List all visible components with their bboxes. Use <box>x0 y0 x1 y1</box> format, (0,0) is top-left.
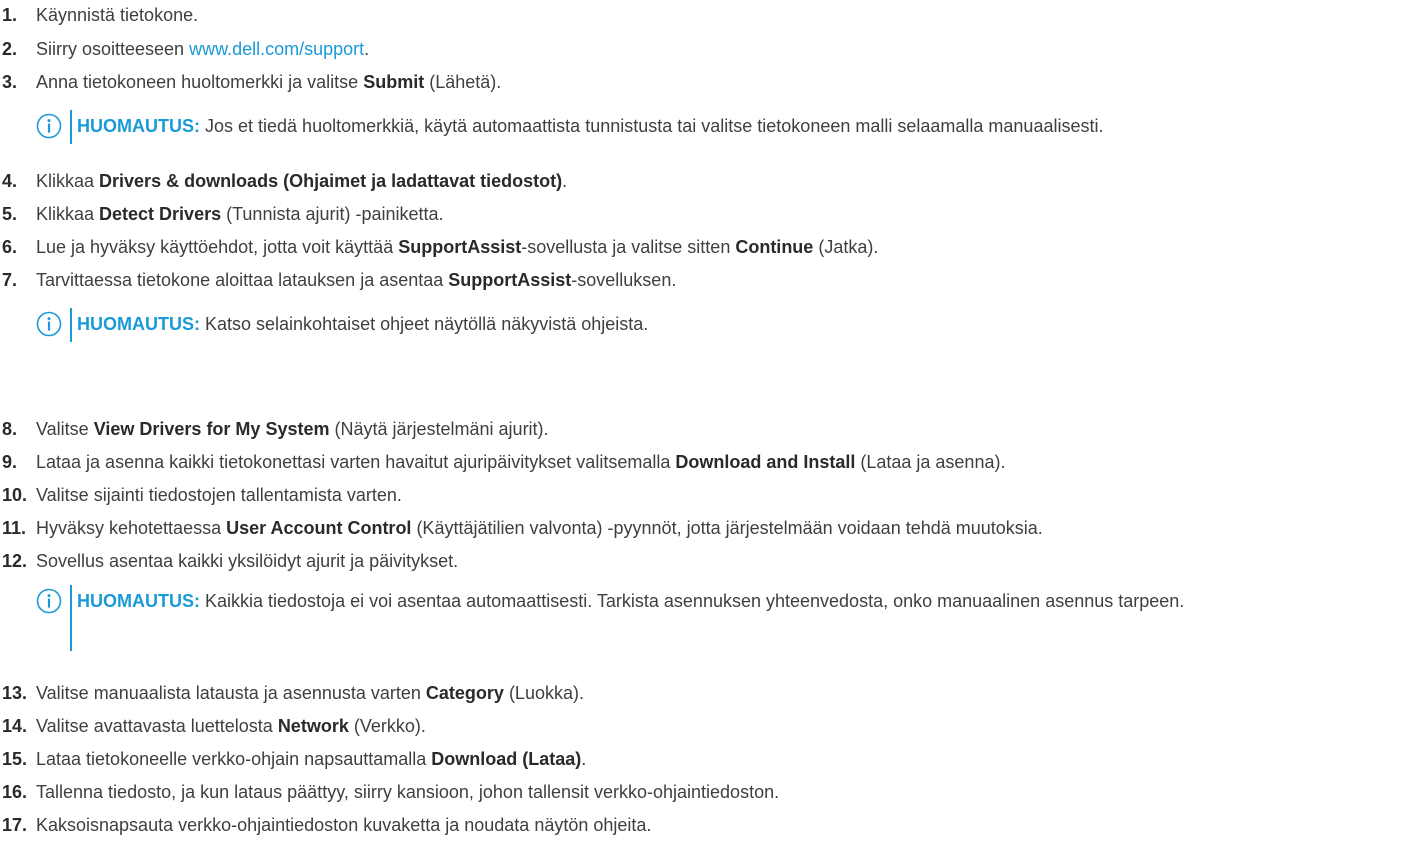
step-text: Lataa ja asenna kaikki tietokonettasi va… <box>36 452 1006 472</box>
step-number: 6. <box>2 237 18 257</box>
step-number: 12. <box>2 551 28 571</box>
step-text: Klikkaa Detect Drivers (Tunnista ajurit)… <box>36 204 444 224</box>
step-text: Lue ja hyväksy käyttöehdot, jotta voit k… <box>36 237 879 257</box>
step-text: Valitse avattavasta luettelosta Network … <box>36 716 426 736</box>
note-divider <box>70 308 72 342</box>
step-number: 11. <box>2 518 27 538</box>
info-icon <box>36 588 62 614</box>
step-text: Käynnistä tietokone. <box>36 5 199 25</box>
dell-support-link[interactable]: www.dell.com/support <box>189 39 364 59</box>
step-number: 4. <box>2 171 18 191</box>
step-number: 7. <box>2 270 18 290</box>
step-number: 9. <box>2 452 18 472</box>
note-divider <box>70 585 72 651</box>
step-number: 13. <box>2 683 28 703</box>
step-number: 2. <box>2 39 18 59</box>
step-text: Kaksoisnapsauta verkko-ohjaintiedoston k… <box>36 815 652 835</box>
note-text: HUOMAUTUS: Jos et tiedä huoltomerkkiä, k… <box>77 116 1104 136</box>
step-text: Siirry osoitteeseen www.dell.com/support… <box>36 39 370 59</box>
step-text: Lataa tietokoneelle verkko-ohjain napsau… <box>36 749 587 769</box>
info-icon <box>36 113 62 139</box>
step-number: 1. <box>2 5 18 25</box>
step-number: 3. <box>2 72 18 92</box>
step-text: Hyväksy kehotettaessa User Account Contr… <box>36 518 1043 538</box>
step-text: Sovellus asentaa kaikki yksilöidyt ajuri… <box>36 551 459 571</box>
step-number: 5. <box>2 204 18 224</box>
step-text: Valitse manuaalista latausta ja asennust… <box>36 683 584 703</box>
step-text: Valitse sijainti tiedostojen tallentamis… <box>36 485 402 505</box>
note-text: HUOMAUTUS: Kaikkia tiedostoja ei voi ase… <box>77 591 1185 611</box>
step-number: 14. <box>2 716 28 736</box>
step-text: Tallenna tiedosto, ja kun lataus päättyy… <box>36 782 780 802</box>
info-icon <box>36 311 62 337</box>
step-number: 10. <box>2 485 28 505</box>
step-number: 16. <box>2 782 28 802</box>
step-number: 15. <box>2 749 28 769</box>
step-text: Klikkaa Drivers & downloads (Ohjaimet ja… <box>36 171 568 191</box>
step-text: Anna tietokoneen huoltomerkki ja valitse… <box>36 72 502 92</box>
step-number: 17. <box>2 815 28 835</box>
note-divider <box>70 110 72 144</box>
step-text: Valitse View Drivers for My System (Näyt… <box>36 419 549 439</box>
note-text: HUOMAUTUS: Katso selainkohtaiset ohjeet … <box>77 314 649 334</box>
step-number: 8. <box>2 419 18 439</box>
step-text: Tarvittaessa tietokone aloittaa lataukse… <box>36 270 677 290</box>
